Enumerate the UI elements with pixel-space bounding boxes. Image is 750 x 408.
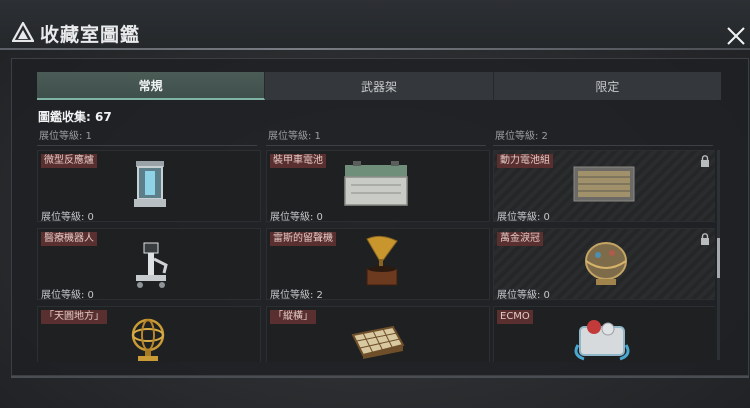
ecmo-icon — [574, 320, 630, 361]
item-level: 展位等級: 0 — [41, 290, 94, 300]
item-name: 裝甲車電池 — [270, 154, 326, 168]
lock-icon — [701, 155, 709, 167]
item-level: 展位等級: 0 — [497, 212, 550, 222]
panel-bottom-border — [11, 376, 749, 378]
item-name: ECMO — [497, 310, 533, 324]
battery-icon — [344, 161, 408, 206]
partial-level-label: 展位等級: 1 — [39, 131, 92, 140]
gramophone-icon — [366, 235, 398, 286]
item-grid: 展位等級: 1 展位等級: 1 展位等級: 2 微型反應爐 展位等級: 0 裝甲… — [37, 126, 715, 362]
partial-level-label: 展位等級: 2 — [495, 131, 548, 140]
scrollbar-thumb[interactable] — [717, 238, 720, 278]
lock-icon — [701, 233, 709, 245]
tab-bar: 常規 武器架 限定 — [37, 72, 721, 100]
item-card[interactable]: 萬金淚冠 展位等級: 0 — [493, 228, 715, 300]
page-title: 收藏室圖鑑 — [40, 24, 141, 46]
item-name: 「縱橫」 — [270, 310, 316, 324]
item-card[interactable]: ECMO — [493, 306, 715, 362]
item-name: 微型反應爐 — [41, 154, 97, 168]
item-level: 展位等級: 0 — [41, 212, 94, 222]
armillary-icon — [131, 318, 165, 361]
medical-robot-icon — [136, 242, 168, 288]
item-name: 萬金淚冠 — [497, 232, 543, 246]
partial-cell: 展位等級: 1 — [266, 126, 486, 146]
partial-cell: 展位等級: 1 — [37, 126, 257, 146]
item-card[interactable]: 雷斯的留聲機 展位等級: 2 — [266, 228, 490, 300]
item-card[interactable]: 裝甲車電池 展位等級: 0 — [266, 150, 490, 222]
item-level: 展位等級: 0 — [270, 212, 323, 222]
reactor-icon — [134, 161, 166, 207]
delta-logo-icon — [12, 22, 34, 42]
item-name: 動力電池組 — [497, 154, 553, 168]
close-icon[interactable] — [724, 24, 748, 48]
chessboard-icon — [351, 325, 405, 359]
title-divider — [0, 48, 750, 50]
item-card[interactable]: 「縱橫」 — [266, 306, 490, 362]
item-name: 雷斯的留聲機 — [270, 232, 336, 246]
item-card[interactable]: 醫療機器人 展位等級: 0 — [37, 228, 261, 300]
partial-row: 展位等級: 1 展位等級: 1 展位等級: 2 — [37, 126, 715, 146]
tab-regular[interactable]: 常規 — [37, 72, 266, 100]
partial-cell: 展位等級: 2 — [493, 126, 713, 146]
collection-count: 圖鑑收集: 67 — [38, 110, 112, 124]
tab-weapon-rack[interactable]: 武器架 — [265, 72, 494, 100]
tab-limited[interactable]: 限定 — [494, 72, 721, 100]
item-name: 醫療機器人 — [41, 232, 97, 246]
power-cell-icon — [573, 166, 635, 202]
item-card[interactable]: 微型反應爐 展位等級: 0 — [37, 150, 261, 222]
item-card[interactable]: 「天圓地方」 — [37, 306, 261, 362]
item-level: 展位等級: 0 — [497, 290, 550, 300]
egg-crown-icon — [585, 242, 627, 285]
item-name: 「天圓地方」 — [41, 310, 107, 324]
item-level: 展位等級: 2 — [270, 290, 323, 300]
item-card[interactable]: 動力電池組 展位等級: 0 — [493, 150, 715, 222]
partial-level-label: 展位等級: 1 — [268, 131, 321, 140]
